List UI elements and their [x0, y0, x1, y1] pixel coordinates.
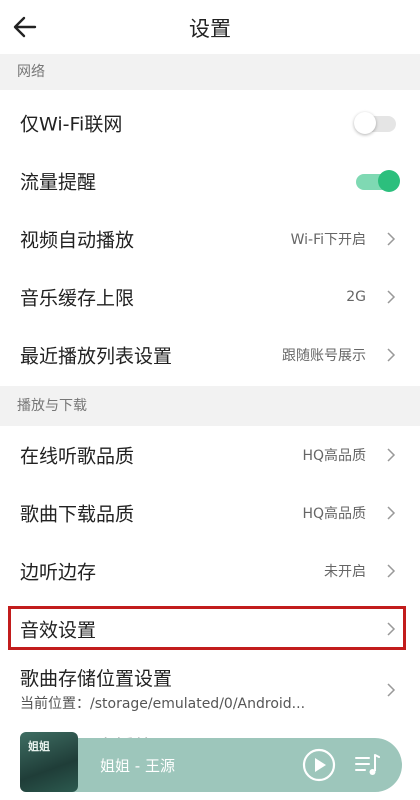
chevron-right-icon [387, 232, 396, 246]
playlist-icon[interactable] [354, 752, 380, 778]
online-quality-row[interactable]: 在线听歌品质 HQ高品质 [0, 426, 420, 484]
data-alert-label: 流量提醒 [20, 171, 97, 194]
data-alert-row[interactable]: 流量提醒 [0, 152, 420, 210]
chevron-right-icon [387, 290, 396, 304]
now-playing-title: 姐姐 - 王源 [100, 757, 175, 775]
recent-list-value: 跟随账号展示 [282, 348, 366, 364]
listen-save-value: 未开启 [324, 564, 366, 580]
recent-list-label: 最近播放列表设置 [20, 345, 173, 368]
section-header-network: 网络 [0, 54, 420, 90]
download-quality-label: 歌曲下载品质 [20, 503, 135, 526]
music-cache-row[interactable]: 音乐缓存上限 2G [0, 268, 420, 326]
data-alert-toggle[interactable] [354, 170, 400, 192]
download-quality-row[interactable]: 歌曲下载品质 HQ高品质 [0, 484, 420, 542]
chevron-right-icon [387, 683, 396, 697]
chevron-right-icon [387, 564, 396, 578]
video-autoplay-value: Wi-Fi下开启 [290, 232, 366, 248]
wifi-only-label: 仅Wi-Fi联网 [20, 113, 123, 136]
album-cover-text: 姐姐 [28, 740, 50, 753]
music-cache-value: 2G [346, 289, 366, 305]
chevron-right-icon [387, 506, 396, 520]
page-title: 设置 [189, 17, 231, 41]
music-cache-label: 音乐缓存上限 [20, 287, 135, 310]
section-header-play-download: 播放与下载 [0, 386, 420, 426]
listen-save-row[interactable]: 边听边存 未开启 [0, 542, 420, 600]
video-autoplay-label: 视频自动播放 [20, 229, 135, 252]
album-cover[interactable]: 姐姐 [20, 732, 78, 792]
toggle-knob [354, 112, 376, 134]
wifi-only-toggle[interactable] [354, 112, 400, 134]
sound-effect-highlight-box [8, 606, 406, 650]
mini-player[interactable]: 姐姐 姐姐 - 王源 [20, 732, 402, 792]
storage-location-path: 当前位置：/storage/emulated/0/Android... [20, 696, 306, 712]
recent-list-row[interactable]: 最近播放列表设置 跟随账号展示 [0, 326, 420, 384]
download-quality-value: HQ高品质 [302, 506, 366, 522]
toggle-knob [378, 170, 400, 192]
listen-save-label: 边听边存 [20, 561, 97, 584]
chevron-right-icon [387, 348, 396, 362]
chevron-right-icon [387, 448, 396, 462]
header: 设置 [0, 0, 420, 54]
play-icon[interactable] [302, 748, 336, 782]
online-quality-label: 在线听歌品质 [20, 445, 135, 468]
video-autoplay-row[interactable]: 视频自动播放 Wi-Fi下开启 [0, 210, 420, 268]
storage-location-label: 歌曲存储位置设置 [20, 668, 173, 690]
wifi-only-row[interactable]: 仅Wi-Fi联网 [0, 94, 420, 152]
online-quality-value: HQ高品质 [302, 448, 366, 464]
